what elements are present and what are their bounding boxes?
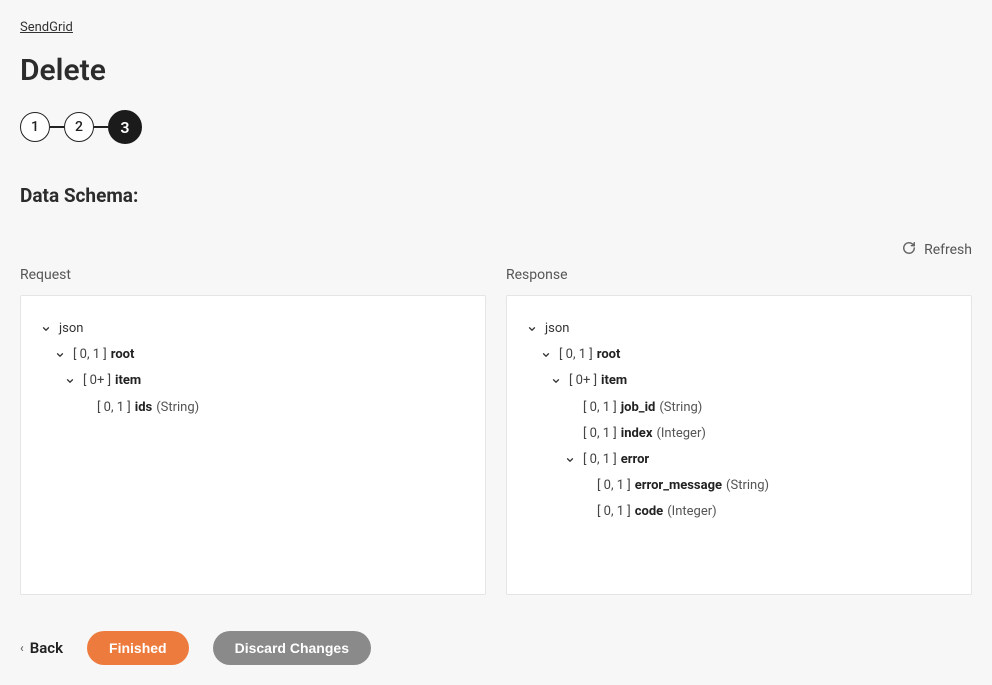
breadcrumb: SendGrid	[20, 20, 972, 35]
response-tree-root[interactable]: json	[525, 316, 953, 342]
page-title: Delete	[20, 53, 972, 88]
cardinality: [ 0+ ]	[569, 372, 597, 390]
cardinality: [ 0, 1 ]	[583, 425, 617, 443]
request-tree-root[interactable]: json	[39, 316, 467, 342]
chevron-down-icon[interactable]	[525, 322, 539, 336]
cardinality: [ 0, 1 ]	[597, 503, 631, 521]
field-name: job_id	[621, 399, 656, 417]
response-tree-node[interactable]: [ 0, 1 ] root	[525, 342, 953, 368]
section-title: Data Schema:	[20, 184, 972, 207]
cardinality: [ 0, 1 ]	[97, 399, 131, 417]
field-name: error_message	[635, 477, 722, 495]
response-tree-node[interactable]: [ 0+ ] item	[525, 368, 953, 394]
back-label: Back	[30, 639, 63, 657]
refresh-label: Refresh	[924, 242, 972, 258]
chevron-down-icon[interactable]	[563, 453, 577, 467]
field-name: root	[597, 346, 621, 364]
field-name: root	[111, 346, 135, 364]
tree-root-label: json	[545, 320, 569, 338]
step-2[interactable]: 2	[64, 112, 94, 142]
field-name: code	[635, 503, 663, 521]
response-tree-node: [ 0, 1 ] index (Integer)	[525, 421, 953, 447]
chevron-down-icon[interactable]	[549, 374, 563, 388]
request-label: Request	[20, 267, 486, 283]
cardinality: [ 0, 1 ]	[583, 399, 617, 417]
response-tree-node[interactable]: [ 0, 1 ] error	[525, 447, 953, 473]
field-type: (Integer)	[656, 425, 705, 443]
step-3[interactable]: 3	[108, 110, 142, 144]
field-type: (String)	[659, 399, 702, 417]
cardinality: [ 0, 1 ]	[597, 477, 631, 495]
request-panel: json[ 0, 1 ] root[ 0+ ] item[ 0, 1 ] ids…	[20, 295, 486, 595]
tree-root-label: json	[59, 320, 83, 338]
chevron-down-icon[interactable]	[539, 348, 553, 362]
request-tree-node[interactable]: [ 0+ ] item	[39, 368, 467, 394]
response-panel: json[ 0, 1 ] root[ 0+ ] item[ 0, 1 ] job…	[506, 295, 972, 595]
cardinality: [ 0, 1 ]	[583, 451, 617, 469]
field-name: ids	[135, 399, 152, 417]
back-button[interactable]: ‹ Back	[20, 639, 63, 657]
refresh-button[interactable]: Refresh	[902, 241, 972, 259]
response-tree-node: [ 0, 1 ] code (Integer)	[525, 499, 953, 525]
field-type: (String)	[726, 477, 769, 495]
request-tree-node: [ 0, 1 ] ids (String)	[39, 395, 467, 421]
chevron-left-icon: ‹	[20, 641, 24, 655]
response-tree-node: [ 0, 1 ] job_id (String)	[525, 395, 953, 421]
step-connector	[50, 126, 64, 128]
cardinality: [ 0+ ]	[83, 372, 111, 390]
field-name: item	[601, 372, 627, 390]
field-name: item	[115, 372, 141, 390]
discard-button[interactable]: Discard Changes	[213, 631, 371, 665]
chevron-down-icon[interactable]	[53, 348, 67, 362]
refresh-icon	[902, 241, 916, 259]
breadcrumb-link[interactable]: SendGrid	[20, 20, 73, 35]
cardinality: [ 0, 1 ]	[73, 346, 107, 364]
step-1[interactable]: 1	[20, 112, 50, 142]
step-connector	[94, 126, 108, 128]
response-label: Response	[506, 267, 972, 283]
field-name: index	[621, 425, 653, 443]
field-type: (String)	[156, 399, 199, 417]
chevron-down-icon[interactable]	[63, 374, 77, 388]
field-type: (Integer)	[667, 503, 716, 521]
chevron-down-icon[interactable]	[39, 322, 53, 336]
response-tree-node: [ 0, 1 ] error_message (String)	[525, 473, 953, 499]
field-name: error	[621, 451, 649, 469]
cardinality: [ 0, 1 ]	[559, 346, 593, 364]
request-tree-node[interactable]: [ 0, 1 ] root	[39, 342, 467, 368]
stepper: 1 2 3	[20, 110, 972, 144]
finished-button[interactable]: Finished	[87, 631, 189, 665]
